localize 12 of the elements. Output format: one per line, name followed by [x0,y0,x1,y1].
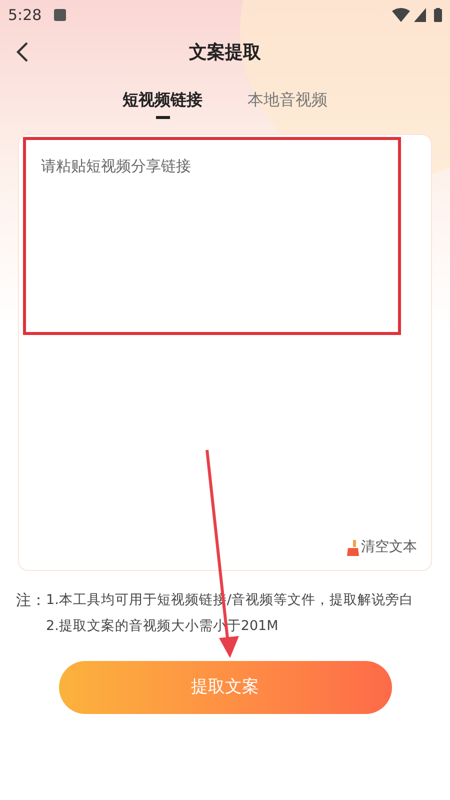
battery-icon [434,8,442,22]
notification-icon [54,9,66,21]
status-time: 5:28 [8,4,42,26]
page-title: 文案提取 [189,40,261,64]
note-label: 注： [16,590,46,611]
tab[interactable]: 本地音视频 [248,88,328,128]
link-input-field[interactable]: 请粘贴短视频分享链接 清空文本 [18,134,432,571]
clear-text-button[interactable]: 清空文本 [347,537,417,558]
wifi-icon [392,8,410,22]
broom-icon [347,540,359,556]
tab[interactable]: 短视频链接 [122,88,202,128]
signal-icon [414,8,426,22]
